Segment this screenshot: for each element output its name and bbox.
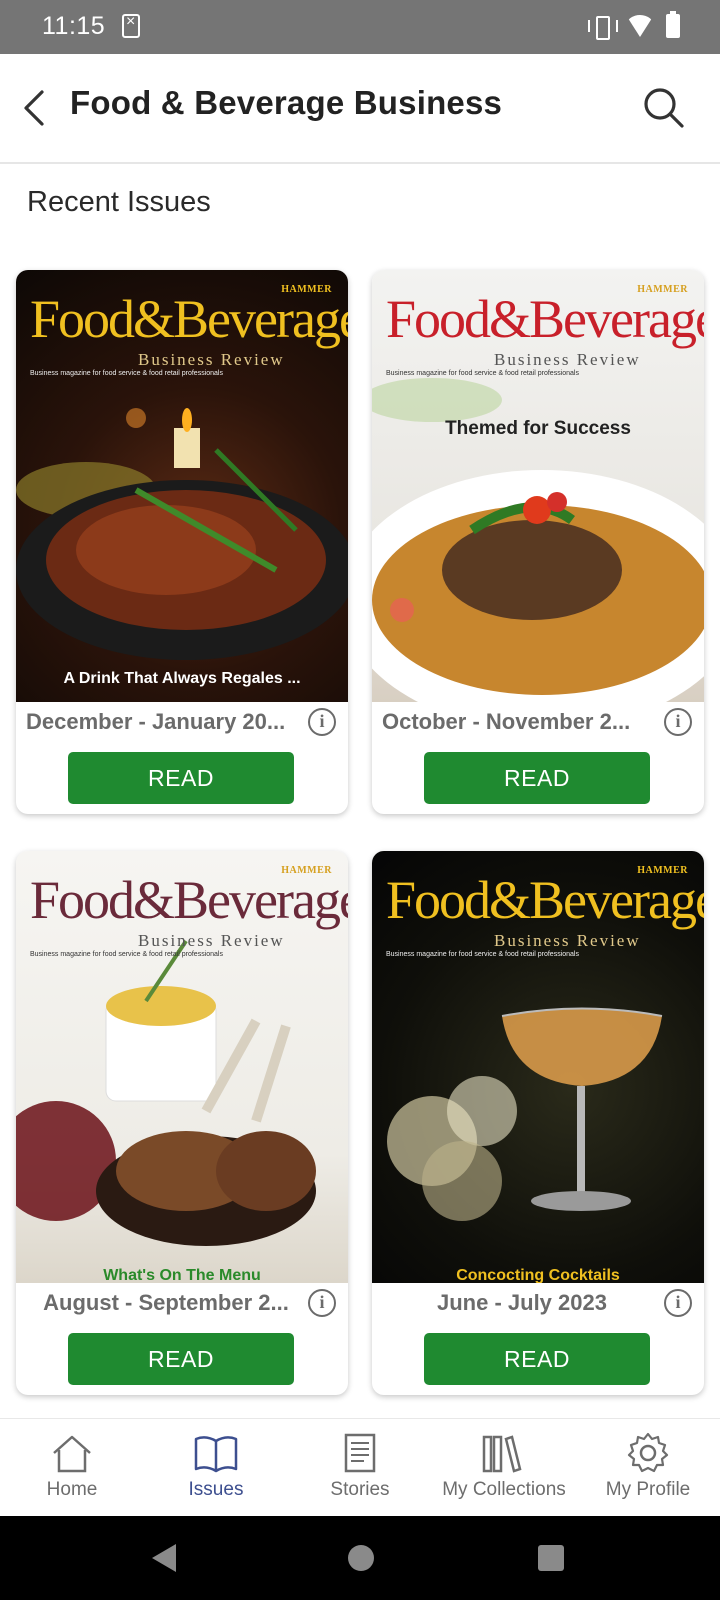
book-open-icon (194, 1436, 238, 1473)
issue-cover[interactable]: Food&Beverage Business Review HAMMER Bus… (16, 851, 348, 1283)
read-button[interactable]: READ (68, 752, 294, 804)
cover-headline: Themed for Success (445, 418, 631, 439)
issue-title: June - July 2023 (437, 1290, 607, 1315)
nav-label: My Collections (442, 1479, 566, 1500)
issue-cover[interactable]: Food&Beverage Business Review HAMMER Bus… (16, 270, 348, 702)
issue-title: October - November 2... (382, 709, 631, 734)
status-time: 11:15 (42, 12, 106, 40)
sim-card-icon (122, 13, 140, 38)
cover-tagline: Business magazine for food service & foo… (30, 370, 223, 377)
system-back-icon[interactable] (152, 1544, 176, 1572)
system-recents-icon[interactable] (538, 1545, 564, 1571)
info-icon[interactable]: i (664, 1289, 692, 1317)
battery-icon (666, 11, 680, 38)
issue-cover[interactable]: Food&Beverage Business Review HAMMER Bus… (372, 270, 704, 702)
cover-masthead: Food&Beverage (30, 289, 348, 349)
issue-cover[interactable]: Food&Beverage Business Review HAMMER Bus… (372, 851, 704, 1283)
cover-subtitle: Business Review (494, 350, 641, 369)
nav-label: Home (46, 1479, 98, 1500)
cover-headline: Concocting Cocktails (456, 1267, 620, 1283)
cover-masthead: Food&Beverage (30, 870, 348, 930)
app-bar: Food & Beverage Business (0, 54, 720, 164)
cover-publisher: HAMMER (637, 284, 688, 295)
nav-home[interactable]: Home (0, 1419, 144, 1516)
issue-title: December - January 20... (26, 709, 286, 734)
vibrate-icon (588, 14, 618, 40)
search-icon[interactable] (642, 86, 686, 130)
info-icon[interactable]: i (308, 708, 336, 736)
status-bar: 11:15 (0, 0, 720, 54)
cover-tagline: Business magazine for food service & foo… (386, 951, 579, 958)
info-icon[interactable]: i (664, 708, 692, 736)
back-arrow-icon[interactable] (18, 88, 58, 128)
read-button[interactable]: READ (68, 1333, 294, 1385)
library-icon (482, 1435, 522, 1473)
issue-card[interactable]: Food&Beverage Business Review HAMMER Bus… (16, 270, 348, 814)
cover-publisher: HAMMER (281, 865, 332, 876)
nav-issues[interactable]: Issues (144, 1419, 288, 1516)
nav-label: Issues (188, 1479, 244, 1500)
system-home-icon[interactable] (348, 1545, 374, 1571)
issue-card[interactable]: Food&Beverage Business Review HAMMER Bus… (16, 851, 348, 1395)
issue-title: August - September 2... (43, 1290, 289, 1315)
cover-tagline: Business magazine for food service & foo… (386, 370, 579, 377)
nav-stories[interactable]: Stories (288, 1419, 432, 1516)
nav-label: My Profile (605, 1479, 691, 1500)
cover-publisher: HAMMER (281, 284, 332, 295)
cover-subtitle: Business Review (138, 350, 285, 369)
cover-publisher: HAMMER (637, 865, 688, 876)
document-icon (344, 1433, 376, 1473)
issue-card[interactable]: Food&Beverage Business Review HAMMER Bus… (372, 270, 704, 814)
nav-my-collections[interactable]: My Collections (432, 1419, 576, 1516)
cover-masthead: Food&Beverage (386, 870, 704, 930)
cover-tagline: Business magazine for food service & foo… (30, 951, 223, 958)
section-title: Recent Issues (27, 186, 211, 218)
cover-headline: A Drink That Always Regales ... (63, 670, 301, 687)
home-icon (53, 1435, 91, 1473)
page-title: Food & Beverage Business (70, 84, 503, 121)
read-button[interactable]: READ (424, 752, 650, 804)
wifi-icon (626, 15, 654, 37)
nav-my-profile[interactable]: My Profile (576, 1419, 720, 1516)
issue-card[interactable]: Food&Beverage Business Review HAMMER Bus… (372, 851, 704, 1395)
bottom-nav: Home Issues Stories My Collections My Pr… (0, 1418, 720, 1516)
cover-subtitle: Business Review (494, 931, 641, 950)
status-icons (588, 11, 680, 40)
system-navigation-bar (0, 1516, 720, 1600)
cover-headline: What's On The Menu (103, 1267, 261, 1283)
nav-label: Stories (330, 1479, 390, 1500)
cover-subtitle: Business Review (138, 931, 285, 950)
read-button[interactable]: READ (424, 1333, 650, 1385)
cover-masthead: Food&Beverage (386, 289, 704, 349)
gear-icon (627, 1432, 669, 1473)
info-icon[interactable]: i (308, 1289, 336, 1317)
